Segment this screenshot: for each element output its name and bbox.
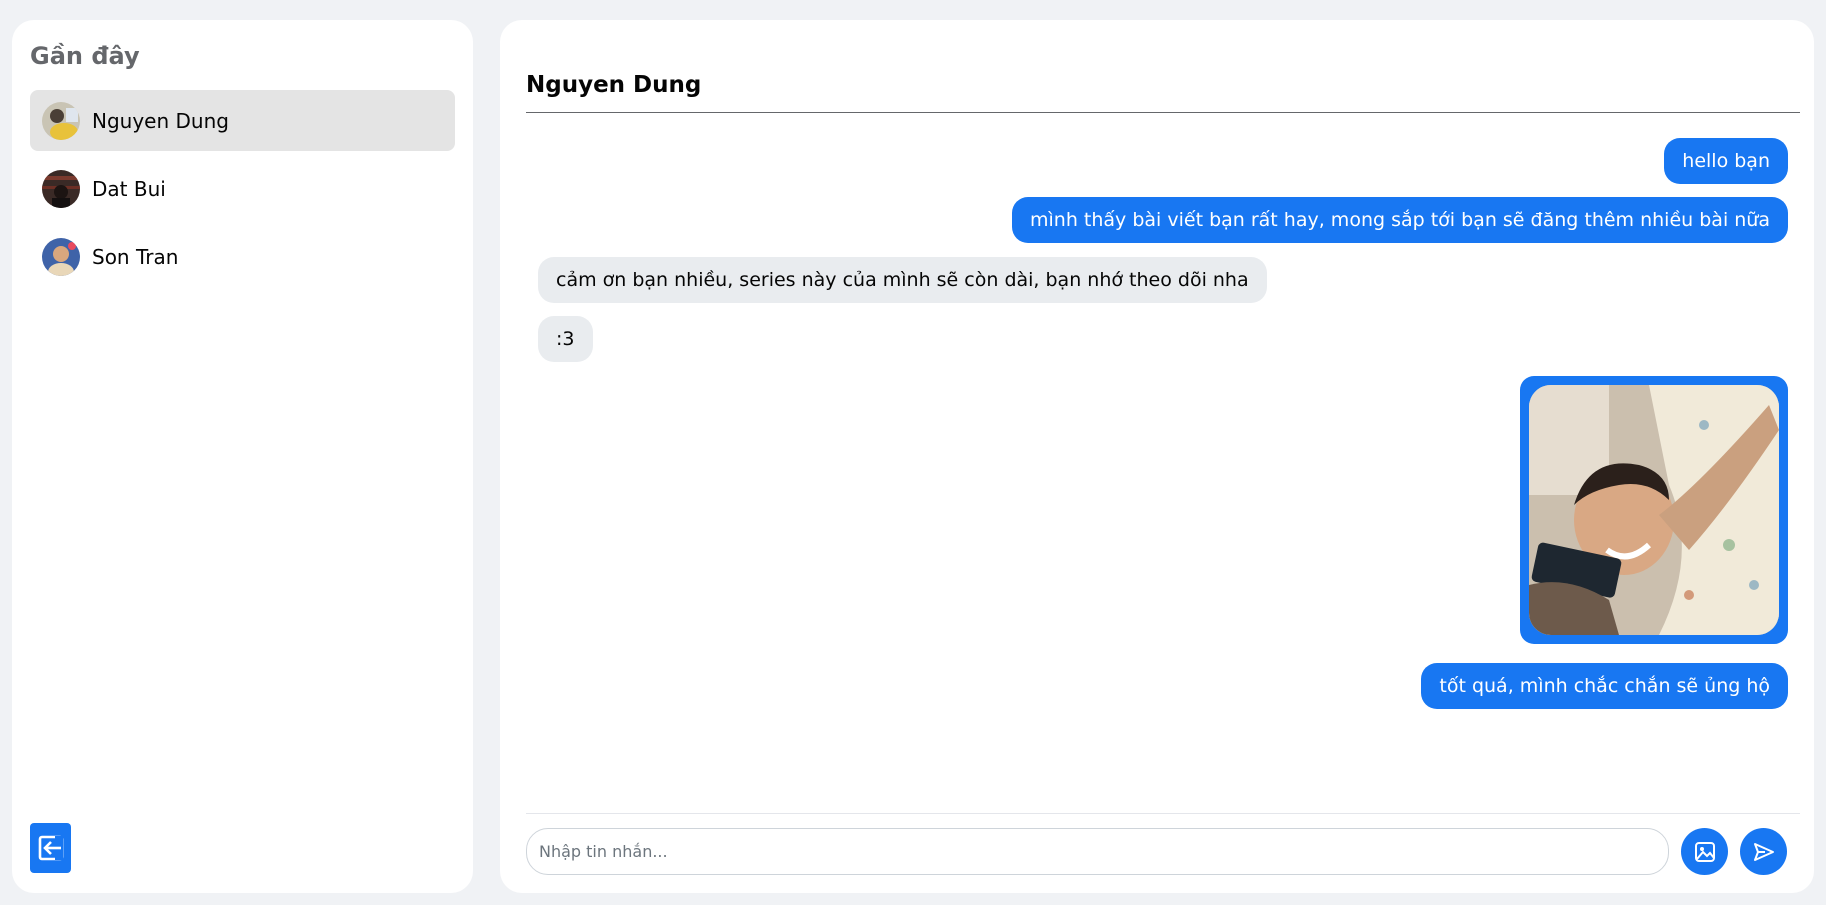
- logout-button[interactable]: [30, 823, 71, 873]
- contact-name: Son Tran: [92, 244, 179, 269]
- sidebar: Gần đây Nguyen Dung Dat Bui Son Tran: [12, 20, 473, 893]
- contact-name: Nguyen Dung: [92, 108, 229, 133]
- logout-icon: [38, 835, 63, 861]
- avatar: [42, 101, 80, 140]
- avatar: [42, 237, 80, 276]
- sidebar-title: Gần đây: [30, 42, 140, 70]
- attach-image-button[interactable]: [1681, 828, 1728, 875]
- chat-title: Nguyen Dung: [526, 72, 702, 98]
- contact-item-nguyen-dung[interactable]: Nguyen Dung: [30, 90, 455, 151]
- message-bubble-outgoing: hello bạn: [1664, 138, 1788, 184]
- message-bubble-outgoing: mình thấy bài viết bạn rất hay, mong sắp…: [1012, 197, 1788, 243]
- message-composer: [526, 813, 1800, 893]
- photo: [1529, 385, 1779, 635]
- image-icon: [1694, 841, 1715, 862]
- message-input[interactable]: [526, 828, 1669, 875]
- contact-item-dat-bui[interactable]: Dat Bui: [30, 158, 455, 219]
- send-button[interactable]: [1740, 828, 1787, 875]
- message-image[interactable]: [1520, 376, 1788, 644]
- message-bubble-incoming: :3: [538, 316, 593, 362]
- chat-header: Nguyen Dung: [526, 54, 1800, 113]
- chat-panel: Nguyen Dung hello bạn mình thấy bài viết…: [500, 20, 1814, 893]
- message-list: hello bạn mình thấy bài viết bạn rất hay…: [538, 118, 1788, 818]
- contact-name: Dat Bui: [92, 176, 166, 201]
- message-bubble-outgoing: tốt quá, mình chắc chắn sẽ ủng hộ: [1421, 663, 1788, 709]
- message-bubble-incoming: cảm ơn bạn nhiều, series này của mình sẽ…: [538, 257, 1267, 303]
- send-icon: [1753, 842, 1774, 861]
- avatar: [42, 169, 80, 208]
- contact-item-son-tran[interactable]: Son Tran: [30, 226, 455, 287]
